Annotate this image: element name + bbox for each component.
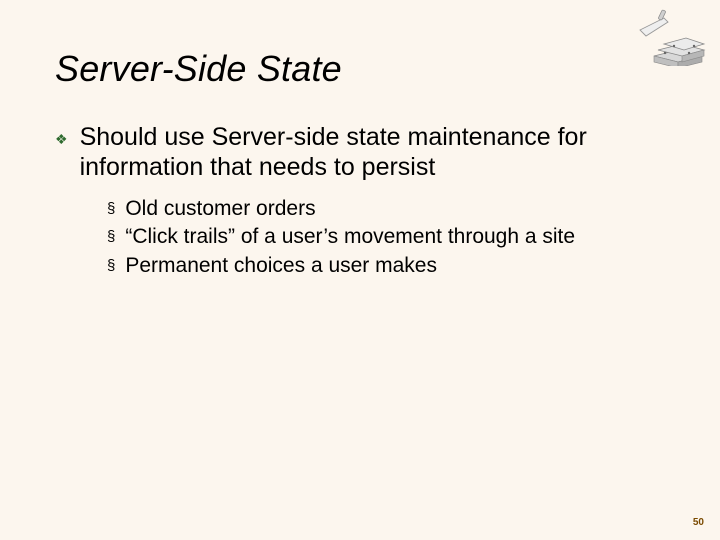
bullet-level2: § Old customer orders	[107, 196, 670, 222]
square-bullet-icon: §	[107, 253, 115, 279]
slide-title: Server-Side State	[55, 48, 342, 90]
trowel-bricks-icon	[634, 8, 706, 66]
square-bullet-icon: §	[107, 224, 115, 250]
page-number: 50	[693, 517, 704, 528]
square-bullet-icon: §	[107, 196, 115, 222]
bullet-level2: § Permanent choices a user makes	[107, 253, 670, 279]
bullet-level2-text: Old customer orders	[125, 196, 315, 222]
bullet-level1-text: Should use Server-side state maintenance…	[80, 122, 670, 182]
bullet-level2-text: “Click trails” of a user’s movement thro…	[125, 224, 575, 250]
sub-bullet-list: § Old customer orders § “Click trails” o…	[107, 196, 670, 279]
bullet-level1: ❖ Should use Server-side state maintenan…	[55, 122, 670, 182]
diamond-bullet-icon: ❖	[55, 124, 68, 154]
bullet-level2: § “Click trails” of a user’s movement th…	[107, 224, 670, 250]
slide: Server-Side State ❖ Should use Server-si…	[0, 0, 720, 540]
bullet-level2-text: Permanent choices a user makes	[125, 253, 437, 279]
slide-body: ❖ Should use Server-side state maintenan…	[55, 122, 670, 281]
